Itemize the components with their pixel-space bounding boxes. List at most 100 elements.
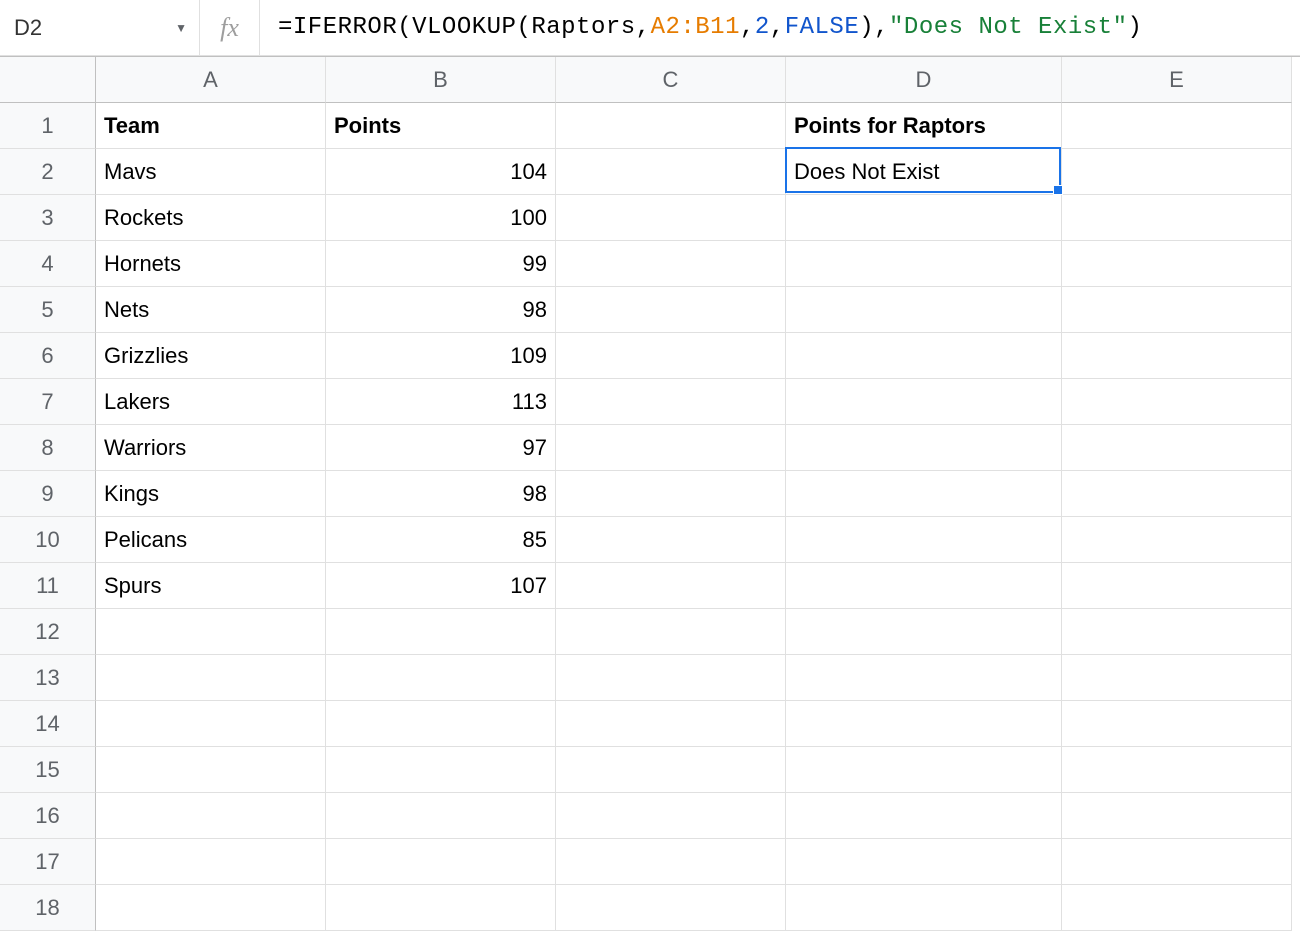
row-header-1[interactable]: 1 [0,103,96,149]
cell-E17[interactable] [1062,839,1292,885]
cell-C4[interactable] [556,241,786,287]
row-header-4[interactable]: 4 [0,241,96,287]
dropdown-icon[interactable]: ▼ [175,21,187,35]
cell-D13[interactable] [786,655,1062,701]
cell-A12[interactable] [96,609,326,655]
cell-D10[interactable] [786,517,1062,563]
row-header-6[interactable]: 6 [0,333,96,379]
row-header-14[interactable]: 14 [0,701,96,747]
cell-E9[interactable] [1062,471,1292,517]
row-header-15[interactable]: 15 [0,747,96,793]
cell-E14[interactable] [1062,701,1292,747]
spreadsheet-grid[interactable]: ABCDE1TeamPointsPoints for Raptors2Mavs1… [0,56,1300,931]
cell-A13[interactable] [96,655,326,701]
cell-C6[interactable] [556,333,786,379]
cell-A7[interactable]: Lakers [96,379,326,425]
cell-B18[interactable] [326,885,556,931]
cell-D18[interactable] [786,885,1062,931]
cell-B11[interactable]: 107 [326,563,556,609]
cell-C3[interactable] [556,195,786,241]
cell-D6[interactable] [786,333,1062,379]
cell-C5[interactable] [556,287,786,333]
cell-D11[interactable] [786,563,1062,609]
cell-D8[interactable] [786,425,1062,471]
column-header-D[interactable]: D [786,57,1062,103]
cell-B8[interactable]: 97 [326,425,556,471]
cell-C18[interactable] [556,885,786,931]
row-header-7[interactable]: 7 [0,379,96,425]
name-box[interactable]: D2 ▼ [0,0,200,55]
row-header-16[interactable]: 16 [0,793,96,839]
cell-D16[interactable] [786,793,1062,839]
cell-E18[interactable] [1062,885,1292,931]
cell-D4[interactable] [786,241,1062,287]
cell-A15[interactable] [96,747,326,793]
cell-A16[interactable] [96,793,326,839]
cell-A17[interactable] [96,839,326,885]
cell-D3[interactable] [786,195,1062,241]
cell-A18[interactable] [96,885,326,931]
cell-C16[interactable] [556,793,786,839]
cell-B17[interactable] [326,839,556,885]
cell-A3[interactable]: Rockets [96,195,326,241]
cell-D9[interactable] [786,471,1062,517]
cell-C11[interactable] [556,563,786,609]
cell-C15[interactable] [556,747,786,793]
cell-B3[interactable]: 100 [326,195,556,241]
cell-B9[interactable]: 98 [326,471,556,517]
cell-E1[interactable] [1062,103,1292,149]
cell-A6[interactable]: Grizzlies [96,333,326,379]
cell-A11[interactable]: Spurs [96,563,326,609]
cell-C13[interactable] [556,655,786,701]
cell-B2[interactable]: 104 [326,149,556,195]
cell-E10[interactable] [1062,517,1292,563]
cell-D2[interactable]: Does Not Exist [786,149,1062,195]
row-header-17[interactable]: 17 [0,839,96,885]
cell-E6[interactable] [1062,333,1292,379]
column-header-B[interactable]: B [326,57,556,103]
cell-B7[interactable]: 113 [326,379,556,425]
cell-E8[interactable] [1062,425,1292,471]
row-header-2[interactable]: 2 [0,149,96,195]
cell-D7[interactable] [786,379,1062,425]
cell-C12[interactable] [556,609,786,655]
row-header-9[interactable]: 9 [0,471,96,517]
cell-B4[interactable]: 99 [326,241,556,287]
cell-C7[interactable] [556,379,786,425]
cell-A14[interactable] [96,701,326,747]
row-header-12[interactable]: 12 [0,609,96,655]
cell-A2[interactable]: Mavs [96,149,326,195]
cell-E16[interactable] [1062,793,1292,839]
cell-A9[interactable]: Kings [96,471,326,517]
formula-input[interactable]: =IFERROR(VLOOKUP(Raptors,A2:B11,2,FALSE)… [260,0,1300,55]
cell-B16[interactable] [326,793,556,839]
row-header-13[interactable]: 13 [0,655,96,701]
cell-C10[interactable] [556,517,786,563]
cell-B14[interactable] [326,701,556,747]
cell-C9[interactable] [556,471,786,517]
row-header-5[interactable]: 5 [0,287,96,333]
cell-A8[interactable]: Warriors [96,425,326,471]
cell-A4[interactable]: Hornets [96,241,326,287]
select-all-corner[interactable] [0,57,96,103]
cell-E11[interactable] [1062,563,1292,609]
row-header-18[interactable]: 18 [0,885,96,931]
cell-A1[interactable]: Team [96,103,326,149]
cell-B10[interactable]: 85 [326,517,556,563]
cell-D5[interactable] [786,287,1062,333]
cell-E15[interactable] [1062,747,1292,793]
row-header-3[interactable]: 3 [0,195,96,241]
cell-A5[interactable]: Nets [96,287,326,333]
cell-E4[interactable] [1062,241,1292,287]
cell-D14[interactable] [786,701,1062,747]
cell-E13[interactable] [1062,655,1292,701]
cell-C8[interactable] [556,425,786,471]
cell-C1[interactable] [556,103,786,149]
cell-D15[interactable] [786,747,1062,793]
cell-B1[interactable]: Points [326,103,556,149]
column-header-E[interactable]: E [1062,57,1292,103]
cell-E7[interactable] [1062,379,1292,425]
cell-D12[interactable] [786,609,1062,655]
row-header-8[interactable]: 8 [0,425,96,471]
cell-E3[interactable] [1062,195,1292,241]
